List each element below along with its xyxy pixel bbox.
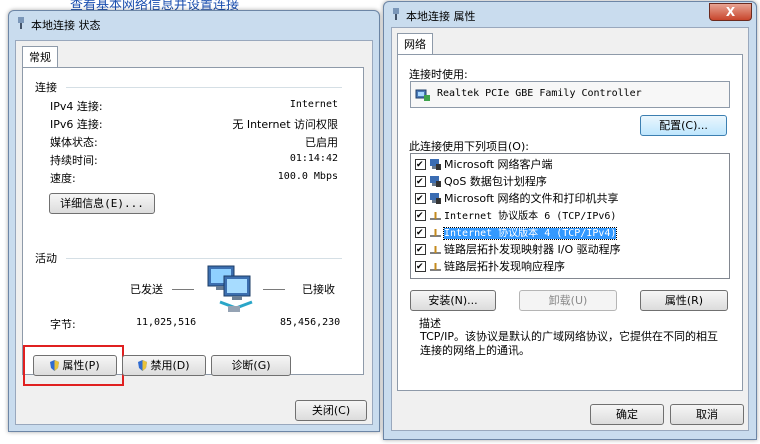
qos-icon [430, 176, 441, 187]
connect-using-label: 连接时使用: [409, 68, 468, 81]
checkbox[interactable] [415, 242, 426, 259]
sent-line [172, 289, 194, 290]
list-item-label: Microsoft 网络的文件和打印机共享 [444, 192, 619, 205]
disable-label: 禁用(D) [150, 359, 190, 372]
list-item-label: Internet 协议版本 6 (TCP/IPv6) [444, 211, 617, 222]
file-printer-sharing-icon [430, 193, 441, 204]
list-item-label: 链路层拓扑发现响应程序 [444, 260, 565, 273]
speed-value: 100.0 Mbps [277, 171, 338, 182]
status-titlebar[interactable]: 本地连接 状态 [9, 11, 379, 37]
properties-titlebar[interactable]: 本地连接 属性 X [384, 2, 756, 28]
network-activity-icon [207, 265, 253, 312]
activity-divider [66, 258, 342, 259]
protocol-icon [430, 263, 441, 271]
checkbox[interactable] [415, 174, 426, 191]
uac-shield-icon [138, 360, 148, 371]
properties-window-title: 本地连接 属性 [406, 10, 476, 23]
list-item-label: 链路层拓扑发现映射器 I/O 驱动程序 [444, 243, 621, 256]
list-item-selected[interactable]: Internet 协议版本 4 (TCP/IPv4) [415, 224, 618, 242]
description-group-label: 描述 [417, 315, 443, 331]
item-properties-button[interactable]: 属性(R) [640, 290, 728, 311]
tab-general[interactable]: 常规 [22, 46, 58, 68]
diagnose-button[interactable]: 诊断(G) [211, 355, 291, 376]
bytes-received-value: 85,456,230 [280, 317, 341, 328]
activity-section-title: 活动 [35, 252, 57, 265]
network-client-icon [430, 159, 441, 170]
duration-value: 01:14:42 [289, 153, 338, 164]
install-button[interactable]: 安装(N)... [410, 290, 496, 311]
ipv4-value: Internet [289, 99, 338, 110]
checkbox[interactable] [415, 191, 426, 208]
uninstall-button[interactable]: 卸载(U) [519, 290, 617, 311]
disable-button[interactable]: 禁用(D) [122, 355, 206, 376]
checkbox[interactable] [415, 225, 426, 242]
details-button[interactable]: 详细信息(E)... [49, 193, 155, 214]
bytes-label: 字节: [50, 318, 76, 331]
ipv4-label: IPv4 连接: [50, 100, 103, 113]
ipv6-value: 无 Internet 访问权限 [232, 118, 338, 131]
protocol-icon [430, 212, 441, 220]
list-item[interactable]: Microsoft 网络客户端 [415, 156, 553, 174]
network-adapter-icon [415, 89, 430, 101]
list-item[interactable]: Microsoft 网络的文件和打印机共享 [415, 190, 619, 208]
protocol-icon [430, 246, 441, 254]
received-line [263, 289, 285, 290]
list-item-label: QoS 数据包计划程序 [444, 175, 547, 188]
description-text: TCP/IP。该协议是默认的广域网络协议，它提供在不同的相互连接的网络上的通讯。 [420, 330, 718, 357]
checkbox[interactable] [415, 157, 426, 174]
checkbox[interactable] [415, 208, 426, 225]
tab-network[interactable]: 网络 [397, 33, 433, 55]
list-item-label: Internet 协议版本 4 (TCP/IPv4) [442, 227, 618, 240]
checkbox[interactable] [415, 259, 426, 276]
list-item[interactable]: Internet 协议版本 6 (TCP/IPv6) [415, 207, 617, 225]
network-plug-icon [18, 17, 24, 29]
window-close-button[interactable]: X [709, 3, 752, 21]
media-status-value: 已启用 [305, 136, 338, 149]
protocol-icon [430, 229, 441, 237]
list-item[interactable]: 链路层拓扑发现映射器 I/O 驱动程序 [415, 241, 621, 259]
components-list[interactable]: Microsoft 网络客户端 QoS 数据包计划程序 Microsoft 网络… [410, 153, 730, 279]
network-plug-icon [393, 8, 399, 20]
adapter-box: Realtek PCIe GBE Family Controller [410, 81, 730, 108]
adapter-name: Realtek PCIe GBE Family Controller [437, 88, 642, 99]
duration-label: 持续时间: [50, 154, 98, 167]
list-item[interactable]: 链路层拓扑发现响应程序 [415, 258, 565, 276]
sent-label: 已发送 [130, 283, 163, 296]
speed-label: 速度: [50, 172, 76, 185]
cancel-button[interactable]: 取消 [670, 404, 744, 425]
ipv6-label: IPv6 连接: [50, 118, 103, 131]
connection-divider [66, 87, 342, 88]
status-close-button[interactable]: 关闭(C) [295, 400, 367, 421]
highlight-box [23, 345, 124, 386]
items-label: 此连接使用下列项目(O): [409, 140, 529, 153]
configure-button[interactable]: 配置(C)... [640, 115, 727, 136]
list-item[interactable]: QoS 数据包计划程序 [415, 173, 547, 191]
media-status-label: 媒体状态: [50, 136, 98, 149]
connection-section-title: 连接 [35, 81, 57, 94]
ok-button[interactable]: 确定 [590, 404, 664, 425]
status-window-title: 本地连接 状态 [31, 19, 101, 32]
bytes-sent-value: 11,025,516 [136, 317, 197, 328]
list-item-label: Microsoft 网络客户端 [444, 158, 553, 171]
received-label: 已接收 [302, 283, 335, 296]
